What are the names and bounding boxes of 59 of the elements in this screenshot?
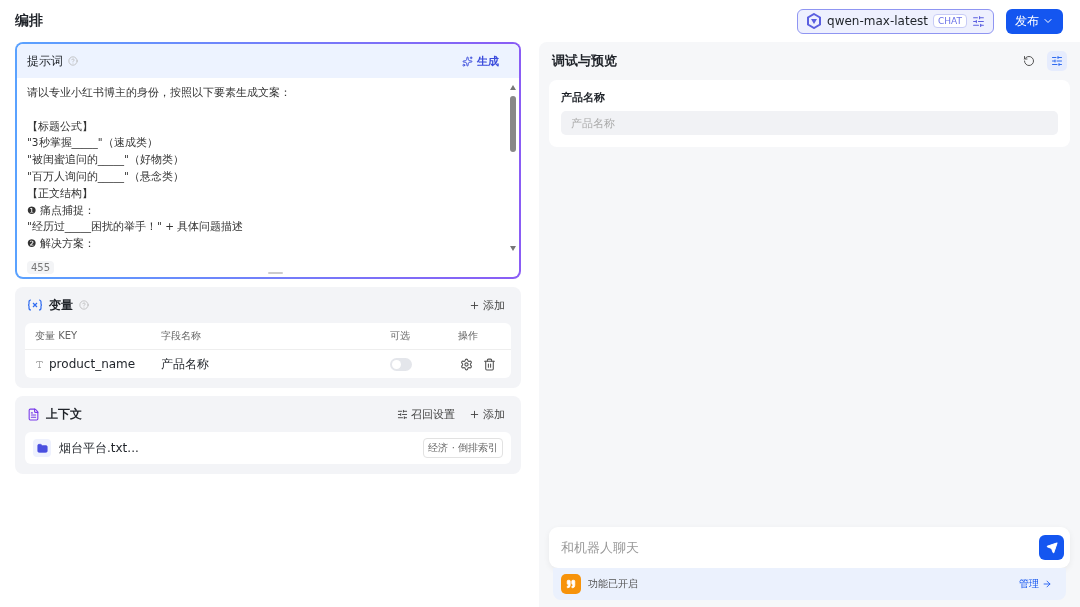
section-title: 上下文 bbox=[46, 405, 82, 423]
text-line: ❷ 解决方案： bbox=[27, 236, 95, 252]
reset-icon bbox=[1023, 55, 1035, 67]
sparkle-icon bbox=[462, 55, 473, 67]
column-header: 操作 bbox=[458, 329, 479, 343]
send-icon bbox=[1045, 541, 1058, 554]
model-selector[interactable]: qwen-max-latest CHAT bbox=[797, 8, 994, 34]
text-line: "经历过_____困扰的举手！" + 具体问题描述 bbox=[27, 219, 244, 235]
table-cell: product_name bbox=[49, 357, 136, 371]
settings-icon[interactable] bbox=[460, 357, 473, 371]
page-title: 编排 bbox=[15, 12, 44, 30]
document-icon bbox=[27, 407, 40, 421]
character-count: 455 bbox=[27, 261, 55, 274]
text-line: 请以专业小红书博主的身份，按照以下要素生成文案： bbox=[27, 85, 291, 100]
chat-field[interactable]: 和机器人聊天 bbox=[549, 527, 1070, 568]
help-icon bbox=[68, 56, 78, 66]
generate-button[interactable]: 生成 bbox=[452, 53, 509, 69]
model-type-badge: CHAT bbox=[933, 14, 967, 28]
resize-handle[interactable] bbox=[268, 272, 283, 274]
plus-icon bbox=[469, 408, 480, 420]
model-logo-icon bbox=[806, 13, 822, 29]
text-line: "百万人询问的_____"（悬念类） bbox=[27, 169, 184, 185]
settings-icon bbox=[972, 14, 985, 28]
recall-settings-button[interactable]: 召回设置 bbox=[393, 406, 459, 422]
optional-toggle[interactable] bbox=[390, 357, 412, 371]
text-line: "3秒掌握_____"（速成类） bbox=[27, 135, 158, 151]
text-line: "被闺蜜追问的_____"（好物类） bbox=[27, 152, 184, 168]
sliders-icon bbox=[397, 408, 408, 420]
text-line: 【标题公式】 bbox=[27, 118, 93, 134]
delete-icon[interactable] bbox=[483, 357, 496, 371]
text-field-icon bbox=[35, 359, 44, 369]
panel-title: 调试与预览 bbox=[552, 52, 618, 70]
variables-button[interactable] bbox=[1047, 51, 1067, 71]
text-line: ❶ 痛点捕捉： bbox=[27, 202, 95, 218]
section-title: 提示词 bbox=[27, 52, 63, 70]
index-tag: 经济 · 倒排索引 bbox=[423, 438, 503, 458]
add-button[interactable]: 添加 bbox=[465, 297, 509, 313]
product-name-field[interactable]: 产品名称 bbox=[561, 111, 1058, 135]
column-header: 字段名称 bbox=[161, 329, 202, 343]
feature-status: 功能已开启 bbox=[588, 577, 639, 591]
manage-link[interactable]: 管理 bbox=[1019, 577, 1052, 591]
column-header: 变量 KEY bbox=[35, 329, 79, 343]
prompt-field[interactable]: 请以专业小红书博主的身份，按照以下要素生成文案： 【标题公式】 "3秒掌握_____"（速成类） "被闺蜜追问的_____"（好物类） "百万人询问的_____"（悬念类） 【正文结构】 ❶ 痛点捕捉： "经历过_____困扰的举手！" + 具体问题描述 ❷ 解决方案： bbox=[17, 78, 507, 258]
folder-icon bbox=[33, 439, 51, 457]
field-label: 产品名称 bbox=[561, 90, 606, 105]
sliders-icon bbox=[1051, 55, 1063, 67]
quote-icon bbox=[561, 574, 581, 594]
publish-button[interactable]: 发布 bbox=[1006, 8, 1063, 34]
add-button[interactable]: 添加 bbox=[465, 406, 509, 422]
help-icon bbox=[79, 300, 89, 310]
send-button[interactable] bbox=[1039, 535, 1064, 560]
column-header: 可选 bbox=[390, 329, 411, 343]
section-title: 变量 bbox=[49, 296, 73, 314]
text-line: 【正文结构】 bbox=[27, 185, 93, 201]
table-cell-text: 产品名称 bbox=[161, 355, 210, 373]
arrow-icon bbox=[1042, 579, 1052, 589]
variable-icon bbox=[27, 299, 43, 311]
file-item[interactable]: 烟台平台.txt... 经济 · 倒排索引 bbox=[25, 432, 511, 464]
plus-icon bbox=[469, 299, 480, 311]
